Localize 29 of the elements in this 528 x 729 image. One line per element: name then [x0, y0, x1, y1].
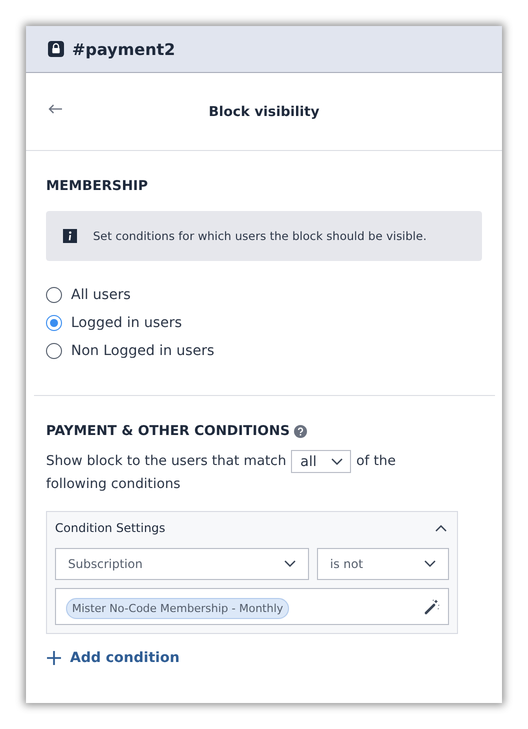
block-title: #payment2 — [72, 40, 176, 58]
section-heading: PAYMENT & OTHER CONDITIONS — [46, 423, 290, 439]
info-text: Set conditions for which users the block should be visible. — [93, 229, 427, 243]
condition-sentence: following conditions — [46, 476, 180, 492]
radio-option[interactable]: Non Logged in users — [46, 343, 214, 359]
chevron-down-icon — [331, 458, 344, 466]
radio-option[interactable]: All users — [46, 287, 131, 303]
condition-sentence: of the — [356, 453, 396, 470]
magic-wand-icon[interactable] — [424, 598, 440, 614]
lock-icon — [48, 41, 64, 57]
info-icon — [63, 229, 77, 243]
radio-option[interactable]: Logged in users — [46, 315, 182, 331]
match-select[interactable]: all — [291, 450, 352, 473]
operator-select[interactable]: is not — [317, 548, 449, 580]
chevron-down-icon — [424, 560, 436, 568]
add-condition-button[interactable]: Add condition — [46, 650, 180, 666]
field-select[interactable]: Subscription — [55, 548, 309, 580]
chevron-up-icon — [435, 524, 447, 532]
plus-icon — [46, 650, 62, 666]
card-title: Condition Settings — [55, 521, 166, 535]
help-icon[interactable] — [294, 424, 307, 438]
condition-sentence: Show block to the users that match — [46, 453, 286, 470]
section-heading: MEMBERSHIP — [46, 178, 148, 194]
back-button[interactable] — [48, 104, 63, 114]
value-tag: Mister No-Code Membership - Monthly — [66, 598, 290, 619]
collapse-toggle[interactable] — [435, 524, 447, 532]
panel-title: Block visibility — [208, 104, 320, 120]
value-field[interactable]: Mister No-Code Membership - Monthly — [55, 588, 449, 625]
chevron-down-icon — [284, 560, 296, 568]
